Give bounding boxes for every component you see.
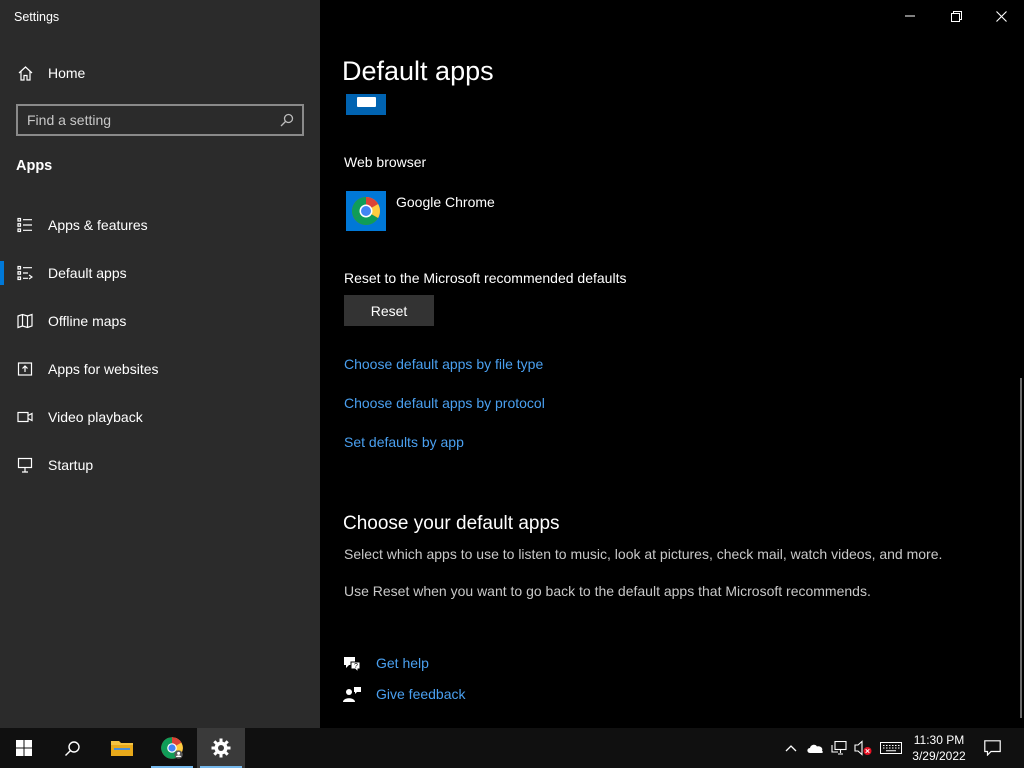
close-button[interactable] <box>978 0 1024 32</box>
chrome-icon <box>352 197 380 225</box>
touch-keyboard-button[interactable] <box>878 728 904 768</box>
page-title: Default apps <box>342 56 494 86</box>
start-button[interactable] <box>0 728 48 768</box>
search-box[interactable] <box>16 104 304 136</box>
network-tray-icon[interactable] <box>828 728 850 768</box>
sidebar-item-label: Default apps <box>48 265 127 281</box>
sidebar-item-apps-for-websites[interactable]: Apps for websites <box>0 349 320 389</box>
taskbar-file-explorer[interactable] <box>98 728 146 768</box>
window-title: Settings <box>14 10 60 24</box>
clock-date: 3/29/2022 <box>912 749 966 763</box>
onedrive-tray-icon[interactable] <box>804 728 826 768</box>
taskbar-settings[interactable] <box>197 728 245 768</box>
sidebar-item-label: Offline maps <box>48 313 127 329</box>
give-feedback-label: Give feedback <box>376 686 466 702</box>
restore-icon <box>950 10 962 22</box>
sidebar-item-offline-maps[interactable]: Offline maps <box>0 301 320 341</box>
sidebar-item-startup[interactable]: Startup <box>0 445 320 485</box>
scrollbar[interactable] <box>1020 378 1022 718</box>
video-icon <box>17 411 33 423</box>
sidebar-item-label: Video playback <box>48 409 143 425</box>
default-apps-icon <box>17 265 33 281</box>
link-by-file-type[interactable]: Choose default apps by file type <box>344 356 543 372</box>
choose-default-apps-heading: Choose your default apps <box>343 513 560 534</box>
feedback-icon <box>343 687 361 702</box>
reset-label: Reset to the Microsoft recommended defau… <box>344 270 627 286</box>
help-chat-icon: ? <box>344 657 361 674</box>
taskbar-chrome[interactable] <box>148 728 196 768</box>
volume-muted-icon <box>854 740 872 756</box>
volume-tray-icon[interactable] <box>852 728 874 768</box>
web-browser-app-name: Google Chrome <box>396 194 495 210</box>
sidebar-item-default-apps[interactable]: Default apps <box>0 253 320 293</box>
cloud-icon <box>807 744 823 753</box>
description-1: Select which apps to use to listen to mu… <box>344 546 943 562</box>
search-input[interactable] <box>27 111 272 129</box>
home-label: Home <box>48 65 86 81</box>
clock[interactable]: 11:30 PM 3/29/2022 <box>905 732 973 764</box>
chrome-icon <box>161 737 183 759</box>
svg-text:?: ? <box>354 663 358 670</box>
get-help-label: Get help <box>376 655 429 671</box>
open-in-app-icon <box>17 362 33 376</box>
action-center-button[interactable] <box>978 728 1006 768</box>
startup-icon <box>17 457 33 473</box>
search-icon <box>64 740 80 756</box>
minimize-icon <box>905 15 915 17</box>
clock-time: 11:30 PM <box>913 733 965 747</box>
gear-icon <box>211 738 231 758</box>
taskbar: 11:30 PM 3/29/2022 <box>0 728 1024 768</box>
description-2: Use Reset when you want to go back to th… <box>344 583 871 599</box>
minimize-button[interactable] <box>887 0 933 32</box>
link-set-defaults-by-app[interactable]: Set defaults by app <box>344 434 464 450</box>
list-icon <box>17 217 32 233</box>
windows-logo-icon <box>16 740 32 756</box>
folder-icon <box>111 741 133 756</box>
close-icon <box>995 10 1007 22</box>
mail-icon <box>357 97 376 107</box>
mail-app-tile[interactable] <box>346 94 386 115</box>
sidebar-item-video-playback[interactable]: Video playback <box>0 397 320 437</box>
link-by-protocol[interactable]: Choose default apps by protocol <box>344 395 545 411</box>
sidebar-item-label: Apps & features <box>48 217 148 233</box>
sidebar-item-apps-features[interactable]: Apps & features <box>0 205 320 245</box>
chevron-up-icon <box>785 745 797 752</box>
map-icon <box>17 313 33 329</box>
reset-button[interactable]: Reset <box>344 295 434 326</box>
search-icon[interactable] <box>280 113 294 127</box>
restore-button[interactable] <box>933 0 979 32</box>
active-indicator <box>0 261 4 285</box>
sidebar-item-label: Startup <box>48 457 94 473</box>
sidebar-item-label: Apps for websites <box>48 361 159 377</box>
section-title: Apps <box>16 158 53 174</box>
keyboard-icon <box>880 742 902 754</box>
show-hidden-icons-button[interactable] <box>780 728 802 768</box>
main-content: Default apps Web browser Google Chrome R… <box>320 0 1024 728</box>
notification-icon <box>983 740 1001 756</box>
sidebar-item-home[interactable]: Home <box>0 58 320 88</box>
home-icon <box>18 66 33 81</box>
web-browser-label: Web browser <box>344 154 427 170</box>
network-icon <box>831 741 847 755</box>
sidebar: Settings Home Apps Apps & features Defau… <box>0 0 320 728</box>
taskbar-search-button[interactable] <box>48 728 96 768</box>
chrome-app-tile <box>346 191 386 231</box>
